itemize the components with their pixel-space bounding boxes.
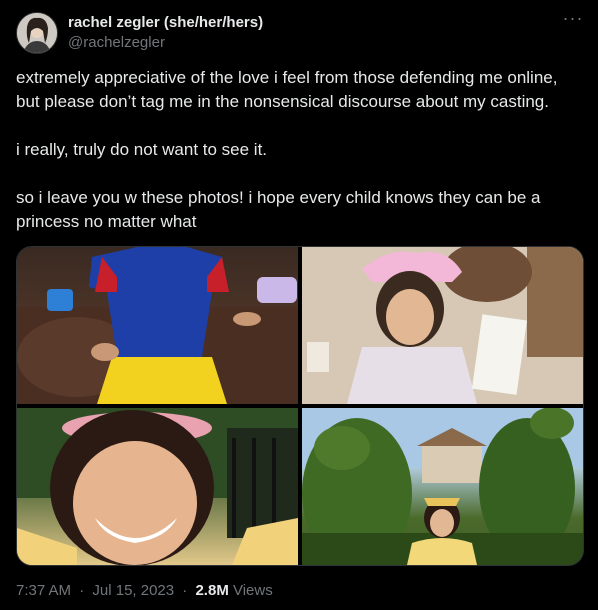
photo-2[interactable] bbox=[302, 247, 583, 404]
tweet: rachel zegler (she/her/hers) @rachelzegl… bbox=[0, 0, 598, 610]
tweet-paragraph: i really, truly do not want to see it. bbox=[16, 140, 268, 159]
tweet-paragraph: extremely appreciative of the love i fee… bbox=[16, 68, 558, 111]
views-count[interactable]: 2.8M bbox=[195, 582, 228, 599]
avatar[interactable] bbox=[16, 12, 58, 54]
photo-3[interactable] bbox=[17, 408, 298, 565]
meta-separator: · bbox=[79, 582, 85, 599]
photo-4[interactable] bbox=[302, 408, 583, 565]
media-grid bbox=[16, 246, 584, 566]
display-name[interactable]: rachel zegler (she/her/hers) bbox=[68, 14, 263, 31]
avatar-image bbox=[17, 13, 57, 53]
user-handle[interactable]: @rachelzegler bbox=[68, 34, 165, 51]
views-label: Views bbox=[228, 582, 273, 599]
meta-separator: · bbox=[182, 582, 188, 599]
tweet-time[interactable]: 7:37 AM bbox=[16, 582, 71, 599]
tweet-text: extremely appreciative of the love i fee… bbox=[16, 66, 582, 234]
tweet-paragraph: so i leave you w these photos! i hope ev… bbox=[16, 188, 541, 231]
tweet-meta: 7:37 AM · Jul 15, 2023 · 2.8M Views bbox=[16, 582, 273, 599]
tweet-date[interactable]: Jul 15, 2023 bbox=[92, 582, 174, 599]
photo-1[interactable] bbox=[17, 247, 298, 404]
more-options-icon[interactable]: ··· bbox=[560, 9, 586, 30]
